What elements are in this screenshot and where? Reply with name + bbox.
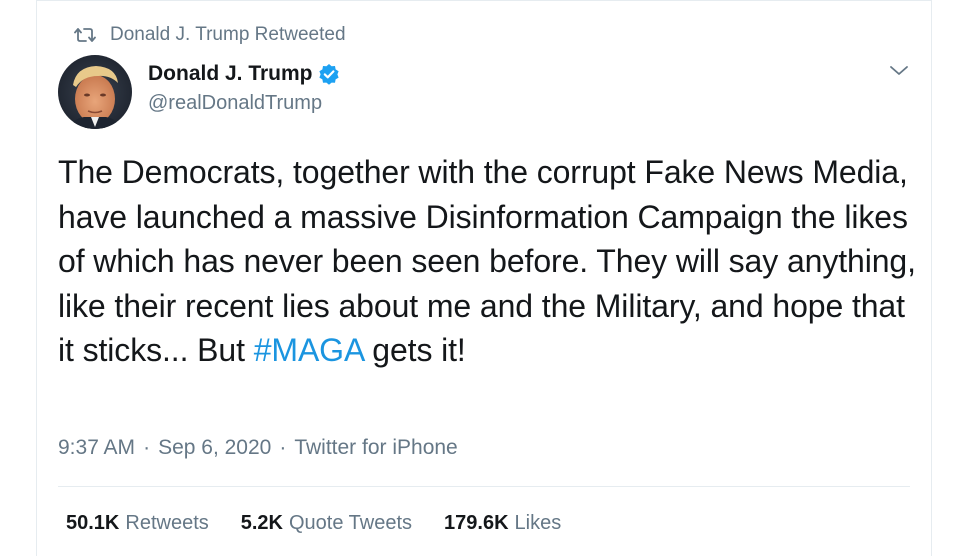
retweets-count: 50.1K xyxy=(66,512,120,534)
likes-label: Likes xyxy=(514,512,562,534)
author-display-name[interactable]: Donald J. Trump xyxy=(148,62,313,86)
quote-tweets-count: 5.2K xyxy=(240,512,283,534)
quote-tweets-stat[interactable]: 5.2K Quote Tweets xyxy=(241,512,412,535)
tweet-text: The Democrats, together with the corrupt… xyxy=(58,150,918,373)
retweet-icon xyxy=(74,26,96,44)
tweet-time[interactable]: 9:37 AM xyxy=(58,436,135,460)
tweet-stats: 50.1K Retweets 5.2K Quote Tweets 179.6K … xyxy=(66,512,593,535)
quote-tweets-label: Quote Tweets xyxy=(289,512,413,534)
author-handle[interactable]: @realDonaldTrump xyxy=(148,92,340,115)
retweets-stat[interactable]: 50.1K Retweets xyxy=(66,512,209,535)
meta-separator: · xyxy=(279,436,287,459)
meta-separator: · xyxy=(143,436,151,459)
tweet-source[interactable]: Twitter for iPhone xyxy=(294,436,457,460)
likes-count: 179.6K xyxy=(444,512,509,534)
tweet-date[interactable]: Sep 6, 2020 xyxy=(158,436,271,460)
tweet-text-body: The Democrats, together with the corrupt… xyxy=(58,154,916,368)
author-block: Donald J. Trump @realDonaldTrump xyxy=(148,60,340,115)
more-options-chevron-down-icon[interactable] xyxy=(888,62,910,80)
tweet-text-tail: gets it! xyxy=(363,332,466,368)
divider xyxy=(58,486,910,487)
tweet-meta: 9:37 AM · Sep 6, 2020 · Twitter for iPho… xyxy=(58,436,458,460)
avatar-photo xyxy=(58,55,132,129)
retweet-banner[interactable]: Donald J. Trump Retweeted xyxy=(74,22,346,48)
verified-badge-icon xyxy=(318,63,340,85)
retweet-banner-text: Donald J. Trump Retweeted xyxy=(110,24,346,45)
retweets-label: Retweets xyxy=(125,512,209,534)
likes-stat[interactable]: 179.6K Likes xyxy=(444,512,561,535)
hashtag-link[interactable]: #MAGA xyxy=(254,332,364,368)
avatar[interactable] xyxy=(58,55,132,129)
